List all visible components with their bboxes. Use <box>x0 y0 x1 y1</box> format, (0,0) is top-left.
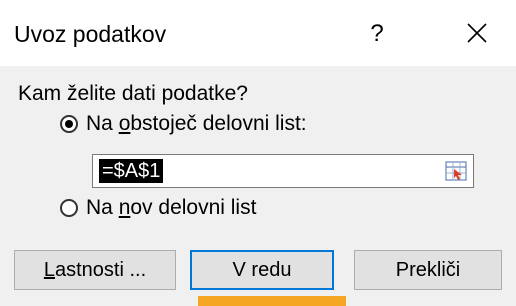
highlight-bar <box>198 296 346 306</box>
cell-reference-input[interactable]: =$A$1 <box>92 154 474 188</box>
close-icon <box>467 23 487 43</box>
new-sheet-label: Na nov delovni list <box>86 196 257 219</box>
dialog-title: Uvoz podatkov <box>14 21 167 47</box>
ok-button[interactable]: V redu <box>190 250 334 290</box>
range-picker-icon <box>445 161 467 181</box>
range-picker-button[interactable] <box>445 161 467 181</box>
import-data-dialog: Uvoz podatkov ? Kam želite dati podatke?… <box>0 0 516 306</box>
existing-sheet-option[interactable]: Na obstoječ delovni list: <box>60 110 307 138</box>
existing-sheet-label: Na obstoječ delovni list: <box>86 112 307 135</box>
new-sheet-radio[interactable] <box>60 199 78 217</box>
help-button[interactable]: ? <box>356 14 398 54</box>
title-bar: Uvoz podatkov ? <box>0 0 516 66</box>
destination-question: Kam želite dati podatke? <box>18 82 248 105</box>
new-sheet-option[interactable]: Na nov delovni list <box>60 194 256 222</box>
close-button[interactable] <box>452 10 502 56</box>
cancel-button[interactable]: Prekliči <box>354 250 502 290</box>
existing-sheet-radio[interactable] <box>60 115 78 133</box>
cell-reference-value: =$A$1 <box>99 159 164 183</box>
properties-button[interactable]: Lastnosti ... <box>14 250 176 290</box>
